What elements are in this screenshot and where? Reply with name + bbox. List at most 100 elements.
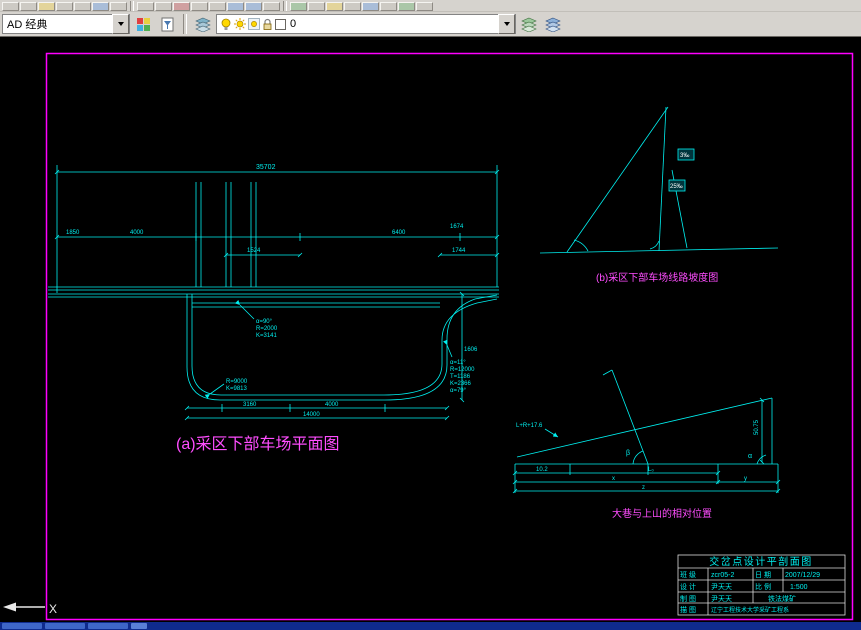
dim-label: z (642, 485, 645, 491)
dim-label: 1850 (66, 230, 80, 236)
dim-label: 4000 (325, 402, 339, 408)
toolbar-icon[interactable] (398, 2, 415, 11)
toolbar-icon[interactable] (227, 2, 244, 11)
layers-stack-icon (195, 17, 211, 32)
chevron-down-icon (503, 22, 510, 26)
title-block-cell: 制 图 (680, 594, 696, 603)
toolbar-icon[interactable] (245, 2, 262, 11)
slope-diagram-title: (b)采区下部车场线路坡度图 (596, 271, 718, 284)
title-block-cell: 描 图 (680, 605, 696, 614)
layer-states-manager-button[interactable] (518, 13, 540, 35)
taskbar-window-button[interactable] (45, 623, 85, 629)
dim-label: 14000 (303, 412, 320, 418)
dim-label: 1674 (450, 224, 464, 230)
dim-label: 50.75 (754, 419, 760, 435)
dim-label: y (744, 476, 747, 482)
layer-previous-icon (545, 17, 561, 32)
curve-note: T=1186 (450, 374, 471, 380)
title-block-cell: 尹天天 (711, 583, 732, 591)
toolbar-icon[interactable] (263, 2, 280, 11)
layer-dropdown[interactable]: 0 (216, 14, 516, 34)
toolbar-icon[interactable] (344, 2, 361, 11)
curve-note: R=9000 (226, 379, 248, 385)
taskbar[interactable] (0, 622, 861, 630)
title-block-cell: 设 计 (680, 582, 696, 591)
toolbar-icon[interactable] (362, 2, 379, 11)
workspace-value: AD 经典 (7, 19, 48, 31)
toolbar-icon[interactable] (416, 2, 433, 11)
taskbar-window-button[interactable] (2, 623, 42, 629)
dim-label: 1524 (247, 248, 261, 254)
dim-label: 1744 (452, 248, 466, 254)
toolbar-row-layers: AD 经典 0 (0, 12, 861, 37)
toolbar-icon[interactable] (110, 2, 127, 11)
toolbar-icon[interactable] (191, 2, 208, 11)
toolbar-icon[interactable] (2, 2, 19, 11)
curve-note: α=79° (450, 388, 467, 394)
dim-label: 6400 (392, 230, 406, 236)
toolbar-separator (130, 1, 134, 11)
toolbar-row-top (0, 0, 861, 12)
layer-filter-icon (161, 17, 173, 31)
toolbar-icon[interactable] (92, 2, 109, 11)
gradient-mark: 25‰ (670, 184, 683, 190)
slope-diagram: 3‰ 25‰ (b)采区下部车场线路坡度图 (539, 106, 779, 284)
curve-note: R=12000 (450, 367, 475, 373)
curve-note: K=3141 (256, 333, 278, 339)
toolbar-separator (183, 14, 187, 34)
layer-previous-button[interactable] (542, 13, 564, 35)
title-block-cell: 2007/12/29 (785, 572, 820, 579)
title-block-cell: zcr05-2 (711, 572, 734, 579)
taskbar-window-button[interactable] (131, 623, 147, 629)
dim-label: 4000 (130, 230, 144, 236)
gradient-mark: 3‰ (680, 153, 689, 159)
taskbar-window-button[interactable] (88, 623, 128, 629)
angle-label: β (626, 450, 630, 457)
toolbar-icon[interactable] (20, 2, 37, 11)
title-block-cell: 日 期 (755, 571, 771, 579)
plan-view-title: (a)采区下部车场平面图 (176, 435, 340, 453)
layers-button[interactable] (192, 13, 214, 35)
dim-label: 35702 (256, 164, 276, 171)
toolbar-icon[interactable] (74, 2, 91, 11)
layer-filter-button[interactable] (156, 13, 178, 35)
workspace-dropdown[interactable]: AD 经典 (2, 14, 130, 34)
model-space-canvas[interactable]: 35702 1850 4000 6400 1674 1524 1744 1606 (0, 37, 861, 622)
curve-note: α=11° (450, 360, 466, 366)
layer-properties-icon (136, 17, 150, 31)
viewport-sun-icon (248, 18, 260, 30)
title-block-cell: 1:500 (790, 584, 808, 591)
layer-dropdown-arrow[interactable] (498, 14, 515, 34)
toolbar-icon[interactable] (155, 2, 172, 11)
title-block-cell: 比 例 (755, 582, 771, 591)
toolbar-icon[interactable] (326, 2, 343, 11)
toolbar-icon[interactable] (38, 2, 55, 11)
dim-label: 1606 (464, 347, 478, 353)
title-block: 交岔点设计平剖面图 班 级 zcr05-2 日 期 2007/12/29 设 计… (677, 554, 846, 616)
title-block-title: 交岔点设计平剖面图 (709, 555, 813, 568)
toolbar-icon[interactable] (290, 2, 307, 11)
toolbar-icon[interactable] (209, 2, 226, 11)
dim-label: 3160 (243, 402, 257, 408)
curve-note: R=2000 (256, 326, 278, 332)
layer-states-icon (521, 17, 537, 32)
angle-label: α (748, 453, 752, 460)
relative-position-diagram: 50.75 β α L+R+17.6 10.2 L₀ x y z 大巷与上山的相… (512, 369, 781, 520)
toolbar-icon[interactable] (308, 2, 325, 11)
sun-icon (234, 18, 246, 30)
toolbar-icon[interactable] (56, 2, 73, 11)
toolbar-icon[interactable] (380, 2, 397, 11)
title-block-cell: 铁法煤矿 (768, 594, 796, 603)
toolbar-icon[interactable] (137, 2, 154, 11)
ucs-icon: X (3, 602, 57, 616)
title-block-cell: 班 级 (680, 570, 696, 579)
layer-state-icons (217, 18, 286, 31)
workspace-dropdown-arrow[interactable] (112, 14, 129, 34)
curve-note: K=9813 (226, 386, 248, 392)
layer-properties-button[interactable] (132, 13, 154, 35)
lock-icon (263, 18, 272, 30)
title-block-cell: 尹天天 (711, 595, 732, 603)
toolbar-icon[interactable] (173, 2, 190, 11)
lightbulb-icon (221, 18, 231, 30)
chevron-down-icon (117, 22, 124, 26)
